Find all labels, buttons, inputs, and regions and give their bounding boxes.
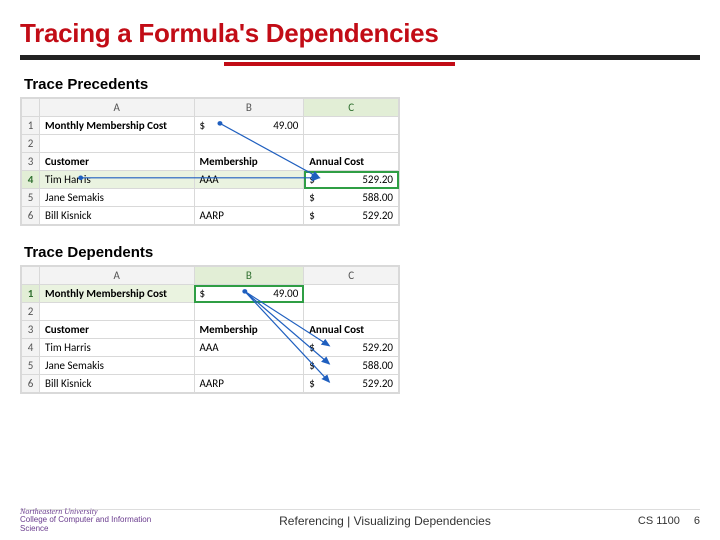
cell: AARP — [194, 207, 304, 225]
cell: AARP — [194, 375, 304, 393]
cell: Membership — [194, 153, 304, 171]
cell: Jane Semakis — [39, 189, 194, 207]
footer-right: CS 1100 6 — [610, 515, 700, 527]
row-header: 4 — [22, 171, 40, 189]
col-header-B: B — [194, 99, 304, 117]
col-header-B: B — [194, 267, 304, 285]
cell-value: 529.20 — [362, 209, 393, 222]
col-header-A: A — [39, 99, 194, 117]
row-header: 2 — [22, 303, 40, 321]
cell-value: 529.20 — [362, 173, 393, 186]
section-label-precedents: Trace Precedents — [24, 76, 700, 93]
row-header: 1 — [22, 285, 40, 303]
precedents-sheet: A B C 1 Monthly Membership Cost $ 49.00 … — [20, 97, 400, 226]
col-header-C: C — [304, 99, 399, 117]
row-header: 3 — [22, 321, 40, 339]
cell: Customer — [39, 321, 194, 339]
currency-symbol: $ — [200, 287, 206, 300]
row-header: 5 — [22, 357, 40, 375]
cell — [194, 357, 304, 375]
cell: Monthly Membership Cost — [39, 285, 194, 303]
cell — [304, 135, 399, 153]
section-label-dependents: Trace Dependents — [24, 244, 700, 261]
cell: $529.20 — [304, 207, 399, 225]
currency-symbol: $ — [309, 359, 315, 372]
cell: $529.20 — [304, 339, 399, 357]
selected-cell: $529.20 — [304, 171, 399, 189]
cell: $529.20 — [304, 375, 399, 393]
table-dependents: A B C 1 Monthly Membership Cost $49.00 2… — [21, 266, 399, 393]
currency-symbol: $ — [200, 119, 206, 132]
cell — [39, 135, 194, 153]
cell-value: 49.00 — [273, 119, 298, 132]
slide-footer: Northeastern University College of Compu… — [0, 508, 720, 534]
cell: Bill Kisnick — [39, 375, 194, 393]
cell-value: 588.00 — [362, 359, 393, 372]
cell: $ 49.00 — [194, 117, 304, 135]
currency-symbol: $ — [309, 377, 315, 390]
page-number: 6 — [694, 515, 700, 527]
course-code: CS 1100 — [638, 515, 680, 527]
cell-value: 588.00 — [362, 191, 393, 204]
cell: Customer — [39, 153, 194, 171]
table-precedents: A B C 1 Monthly Membership Cost $ 49.00 … — [21, 98, 399, 225]
row-header: 2 — [22, 135, 40, 153]
cell — [39, 303, 194, 321]
cell: $588.00 — [304, 189, 399, 207]
cell: Tim Harris — [39, 339, 194, 357]
cell: AAA — [194, 171, 304, 189]
cell: Jane Semakis — [39, 357, 194, 375]
title-underline — [20, 55, 700, 60]
selected-cell: $49.00 — [194, 285, 304, 303]
slide-title: Tracing a Formula's Dependencies — [20, 18, 700, 49]
corner-cell — [22, 267, 40, 285]
currency-symbol: $ — [309, 209, 315, 222]
row-header: 6 — [22, 207, 40, 225]
cell — [194, 135, 304, 153]
row-header: 3 — [22, 153, 40, 171]
dependents-sheet: A B C 1 Monthly Membership Cost $49.00 2… — [20, 265, 400, 394]
row-header: 6 — [22, 375, 40, 393]
currency-symbol: $ — [309, 173, 315, 186]
corner-cell — [22, 99, 40, 117]
cell: Bill Kisnick — [39, 207, 194, 225]
cell: Tim Harris — [39, 171, 194, 189]
row-header: 5 — [22, 189, 40, 207]
cell — [194, 303, 304, 321]
col-header-C: C — [304, 267, 399, 285]
cell: Annual Cost — [304, 153, 399, 171]
cell: AAA — [194, 339, 304, 357]
cell — [304, 285, 399, 303]
cell — [304, 303, 399, 321]
row-header: 1 — [22, 117, 40, 135]
accent-bar — [224, 62, 455, 66]
currency-symbol: $ — [309, 341, 315, 354]
cell: $588.00 — [304, 357, 399, 375]
cell-value: 529.20 — [362, 341, 393, 354]
cell-value: 529.20 — [362, 377, 393, 390]
cell — [194, 189, 304, 207]
currency-symbol: $ — [309, 191, 315, 204]
cell: Annual Cost — [304, 321, 399, 339]
cell-value: 49.00 — [273, 287, 298, 300]
cell: Membership — [194, 321, 304, 339]
brand-block: Northeastern University College of Compu… — [20, 508, 160, 534]
brand-line-2: College of Computer and Information Scie… — [20, 516, 160, 534]
col-header-A: A — [39, 267, 194, 285]
cell: Monthly Membership Cost — [39, 117, 194, 135]
cell — [304, 117, 399, 135]
footer-center-text: Referencing | Visualizing Dependencies — [160, 514, 610, 528]
row-header: 4 — [22, 339, 40, 357]
